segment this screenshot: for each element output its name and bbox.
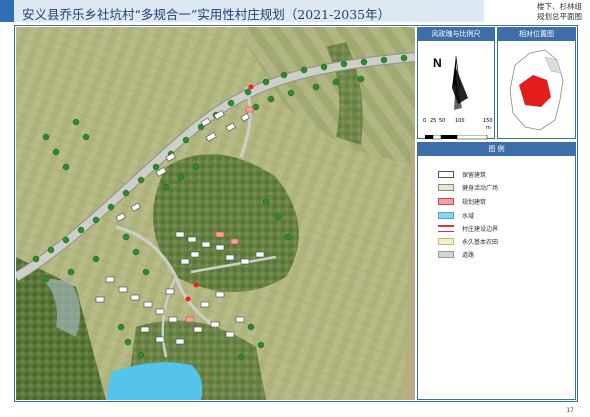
location-title: 相对位置图 [498,28,575,41]
legend-swatch [438,184,454,191]
legend-label: 村庄建设边界 [462,226,499,233]
legend-swatch [438,212,454,219]
scale-label-0: 0 [423,118,427,124]
legend-swatch [438,225,454,232]
sheet-title: 楼下、杉林组 规划总平面图 [490,2,582,22]
legend-swatch [438,238,454,245]
legend-swatch [438,198,454,205]
scale-label-50: 50 [439,118,446,124]
compass-title: 风玫瑰与比例尺 [418,28,494,41]
legend-swatch [438,171,454,178]
scale-label-25: 25 [430,118,437,124]
legend-title: 图 例 [418,143,575,156]
scale-unit: m [486,125,491,131]
sheet-title-line2: 规划总平面图 [537,12,582,21]
page-title: 安义县乔乐乡社坑村“多规合一”实用性村庄规划（2021-2035年） [22,7,391,22]
site-plan-map[interactable] [16,27,415,400]
legend-label: 规划建筑 [462,199,487,206]
legend-label: 水域 [462,213,475,220]
scale-label-150: 150 [483,118,493,124]
sheet-title-line1: 楼下、杉林组 [537,2,582,11]
legend-label: 道路 [462,252,475,259]
legend-label: 保留建筑 [462,172,487,179]
scale-label-100: 100 [455,118,465,124]
legend-swatch [438,251,454,258]
page-number: 17 [566,407,574,414]
map-canvas [16,27,415,400]
location-map-graphic [509,49,564,131]
scale-bar-graphic [425,134,488,140]
location-map [505,45,569,135]
north-label: N [433,56,442,70]
header-accent-block [0,0,14,22]
legend-label: 永久基本农田 [462,239,499,246]
legend-panel [417,142,576,400]
legend-label: 健身活动广场 [462,185,499,192]
